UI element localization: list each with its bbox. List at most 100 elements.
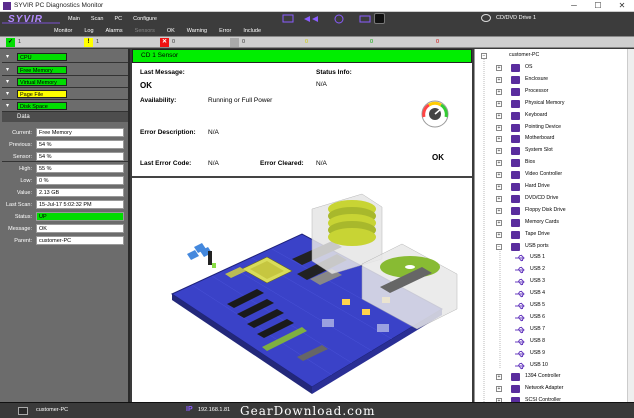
indicator-virtual-memory[interactable]: ▾ Virtual Memory <box>2 76 128 88</box>
filter-warning[interactable]: Warning <box>187 28 207 34</box>
tree-item-1394-controller[interactable]: 1394 Controller <box>525 373 560 380</box>
tree-item-dvd-cd-drive[interactable]: DVD/CD Drive <box>525 195 558 202</box>
close-button[interactable]: ✕ <box>610 0 634 12</box>
tree-item-keyboard[interactable]: Keyboard <box>525 112 547 119</box>
error-icon[interactable]: ✕ <box>160 38 169 47</box>
tree-toggle-memory-cards[interactable]: + <box>496 219 502 226</box>
tree-item-usb-6[interactable]: USB 6 <box>530 314 545 321</box>
tab-log[interactable]: Log <box>84 28 93 34</box>
tree-root-toggle[interactable]: − <box>481 53 487 59</box>
indicator-disk-space-label: Disk Space <box>17 102 67 110</box>
tree-item-usb-1[interactable]: USB 1 <box>530 254 545 261</box>
tree-toggle-physical-memory[interactable]: + <box>496 100 502 107</box>
tree-item-usb-10[interactable]: USB 10 <box>530 362 548 369</box>
filter-include[interactable]: Include <box>243 28 261 34</box>
ok-check-icon[interactable]: ✓ <box>6 38 15 47</box>
indicator-virtual-memory-label: Virtual Memory <box>17 78 67 86</box>
tree-toggle-video-controller[interactable]: + <box>496 172 502 179</box>
warning-count-2: 0 <box>305 39 309 45</box>
tree-item-enclosure[interactable]: Enclosure <box>525 76 548 83</box>
usb-icon <box>515 278 526 286</box>
data-label: Last Scan: <box>6 202 32 208</box>
tree-toggle-keyboard[interactable]: + <box>496 112 502 119</box>
gray-status-icon[interactable] <box>230 38 239 47</box>
tree-item-usb-5[interactable]: USB 5 <box>530 302 545 309</box>
keyboard-icon <box>511 111 520 120</box>
indicator-free-memory[interactable]: ▾ Free Memory <box>2 64 128 76</box>
tree-scrollbar[interactable] <box>627 49 634 402</box>
tree-toggle-pointing-device[interactable]: + <box>496 124 502 131</box>
tree-item-system-slot[interactable]: System Slot <box>525 147 553 154</box>
indicator-disk-space[interactable]: ▾ Disk Space <box>2 100 128 112</box>
tree-item-network-adapter[interactable]: Network Adapter <box>525 385 563 392</box>
power-icon[interactable] <box>374 13 385 24</box>
ok-count-2: 0 <box>370 39 374 45</box>
menu-scan[interactable]: Scan <box>91 16 104 22</box>
menu-pc[interactable]: PC <box>114 16 122 22</box>
last-message-label: Last Message: <box>140 69 185 76</box>
tree-toggle-dvd-cd-drive[interactable]: + <box>496 195 502 202</box>
last-message-value: OK <box>140 81 152 90</box>
tree-item-usb-4[interactable]: USB 4 <box>530 290 545 297</box>
tree-item-motherboard[interactable]: Motherboard <box>525 135 554 142</box>
tree-item-usb-9[interactable]: USB 9 <box>530 350 545 357</box>
tree-toggle-usb-ports[interactable]: − <box>496 243 502 250</box>
tree-item-usb-8[interactable]: USB 8 <box>530 338 545 345</box>
tree-item-hard-drive[interactable]: Hard Drive <box>525 183 550 190</box>
maximize-button[interactable]: ☐ <box>586 0 610 12</box>
tab-alarms[interactable]: Alarms <box>106 28 123 34</box>
tree-toggle-system-slot[interactable]: + <box>496 148 502 155</box>
tree-item-physical-memory[interactable]: Physical Memory <box>525 100 565 107</box>
tab-monitor[interactable]: Monitor <box>54 28 72 34</box>
indicator-free-memory-label: Free Memory <box>17 66 67 74</box>
motherboard-icon <box>511 135 520 144</box>
data-value: customer-PC <box>36 236 124 245</box>
menu-main[interactable]: Main <box>68 16 80 22</box>
tab-sensors[interactable]: Sensors <box>135 28 155 34</box>
tree-item-bios[interactable]: Bios <box>525 159 535 166</box>
tree-toggle-network-adapter[interactable]: + <box>496 386 502 393</box>
tree-toggle-processor[interactable]: + <box>496 88 502 95</box>
tree-item-os[interactable]: OS <box>525 64 533 71</box>
minimize-button[interactable]: ─ <box>562 0 586 12</box>
menu-configure[interactable]: Configure <box>133 16 157 22</box>
usb-icon <box>515 290 526 298</box>
enclosure-icon <box>511 75 520 84</box>
tree-toggle-bios[interactable]: + <box>496 160 502 167</box>
data-label: Current: <box>12 130 32 136</box>
indicator-page-file[interactable]: ▾ Page File <box>2 88 128 100</box>
menu-bar: SYVIR Main Scan PC Configure CD/DVD Driv… <box>0 12 634 25</box>
data-row-low: Low: 0 % <box>0 176 130 187</box>
availability-value: Running or Full Power <box>208 97 273 104</box>
tree-root[interactable]: customer-PC <box>509 52 539 59</box>
tree-toggle-floppy-disk-drive[interactable]: + <box>496 207 502 214</box>
data-label: Previous: <box>9 142 32 148</box>
filter-ok[interactable]: OK <box>167 28 175 34</box>
tree-item-processor[interactable]: Processor <box>525 88 548 95</box>
tree-toggle-os[interactable]: + <box>496 65 502 71</box>
window-title: SYVIR PC Diagnostics Monitor <box>14 2 104 9</box>
tree-toggle-enclosure[interactable]: + <box>496 76 502 83</box>
tree-item-usb-7[interactable]: USB 7 <box>530 326 545 333</box>
indicator-cpu[interactable]: ▾ CPU <box>2 51 128 63</box>
indicator-page-file-label: Page File <box>17 90 67 98</box>
tree-item-floppy-disk-drive[interactable]: Floppy Disk Drive <box>525 207 566 214</box>
tree-toggle-1394-controller[interactable]: + <box>496 374 502 381</box>
view-toolbar: Monitor Log Alarms Sensors OK Warning Er… <box>0 25 634 36</box>
tree-toggle-tape-drive[interactable]: + <box>496 231 502 238</box>
tree-item-video-controller[interactable]: Video Controller <box>525 171 562 178</box>
tree-toggle-motherboard[interactable]: + <box>496 136 502 143</box>
tree-item-usb-3[interactable]: USB 3 <box>530 278 545 285</box>
title-bar: SYVIR PC Diagnostics Monitor ─ ☐ ✕ <box>0 0 634 12</box>
tree-item-usb-ports[interactable]: USB ports <box>525 243 549 250</box>
tree-toggle-hard-drive[interactable]: + <box>496 184 502 190</box>
tree-item-pointing-device[interactable]: Pointing Device <box>525 124 561 131</box>
tree-item-usb-2[interactable]: USB 2 <box>530 266 545 273</box>
network-adapter-icon <box>511 385 520 394</box>
pc-3d-illustration <box>170 193 458 394</box>
tree-item-memory-cards[interactable]: Memory Cards <box>525 219 559 226</box>
tree-item-tape-drive[interactable]: Tape Drive <box>525 231 550 238</box>
warning-icon[interactable]: ! <box>84 38 93 47</box>
filter-error[interactable]: Error <box>219 28 231 34</box>
usb-icon <box>515 254 526 262</box>
